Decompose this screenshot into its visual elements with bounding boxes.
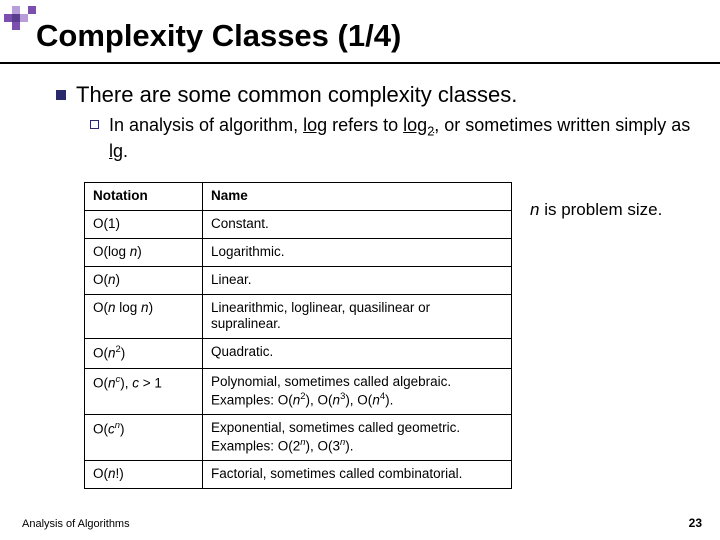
cell-name: Constant. (203, 210, 512, 238)
cell-notation: O(1) (85, 210, 203, 238)
bullet-2-text: In analysis of algorithm, log refers to … (109, 114, 710, 163)
table-row: O(n2) Quadratic. (85, 339, 512, 368)
cell-name: Linear. (203, 266, 512, 294)
complexity-table: Notation Name O(1) Constant. O(log n) Lo… (84, 182, 512, 489)
square-bullet-icon (56, 90, 66, 100)
table-row: O(log n) Logarithmic. (85, 238, 512, 266)
table-row: O(n) Linear. (85, 266, 512, 294)
cell-notation: O(n) (85, 266, 203, 294)
cell-name: Linearithmic, loglinear, quasilinear or … (203, 294, 512, 339)
cell-notation: O(cn) (85, 414, 203, 460)
cell-notation: O(n2) (85, 339, 203, 368)
hollow-square-bullet-icon (90, 120, 99, 129)
cell-name: Quadratic. (203, 339, 512, 368)
bullet-1-text: There are some common complexity classes… (76, 82, 517, 108)
table-row: O(n log n) Linearithmic, loglinear, quas… (85, 294, 512, 339)
table-row: O(1) Constant. (85, 210, 512, 238)
table-row: O(cn) Exponential, sometimes called geom… (85, 414, 512, 460)
table-row: O(nc), c > 1 Polynomial, sometimes calle… (85, 368, 512, 414)
title-rule (0, 62, 720, 64)
cell-name: Exponential, sometimes called geometric.… (203, 414, 512, 460)
header-notation: Notation (85, 183, 203, 211)
cell-name: Logarithmic. (203, 238, 512, 266)
cell-notation: O(n log n) (85, 294, 203, 339)
cell-notation: O(n!) (85, 461, 203, 489)
footer-left: Analysis of Algorithms (22, 518, 130, 530)
header-name: Name (203, 183, 512, 211)
bullet-level-1: There are some common complexity classes… (56, 82, 710, 108)
slide-title: Complexity Classes (1/4) (36, 18, 401, 54)
cell-notation: O(log n) (85, 238, 203, 266)
side-note: n is problem size. (530, 200, 700, 220)
table-header-row: Notation Name (85, 183, 512, 211)
bullet-level-2: In analysis of algorithm, log refers to … (90, 114, 710, 163)
cell-name: Polynomial, sometimes called algebraic. … (203, 368, 512, 414)
table-row: O(n!) Factorial, sometimes called combin… (85, 461, 512, 489)
slide-number: 23 (689, 516, 702, 530)
cell-notation: O(nc), c > 1 (85, 368, 203, 414)
cell-name: Factorial, sometimes called combinatoria… (203, 461, 512, 489)
